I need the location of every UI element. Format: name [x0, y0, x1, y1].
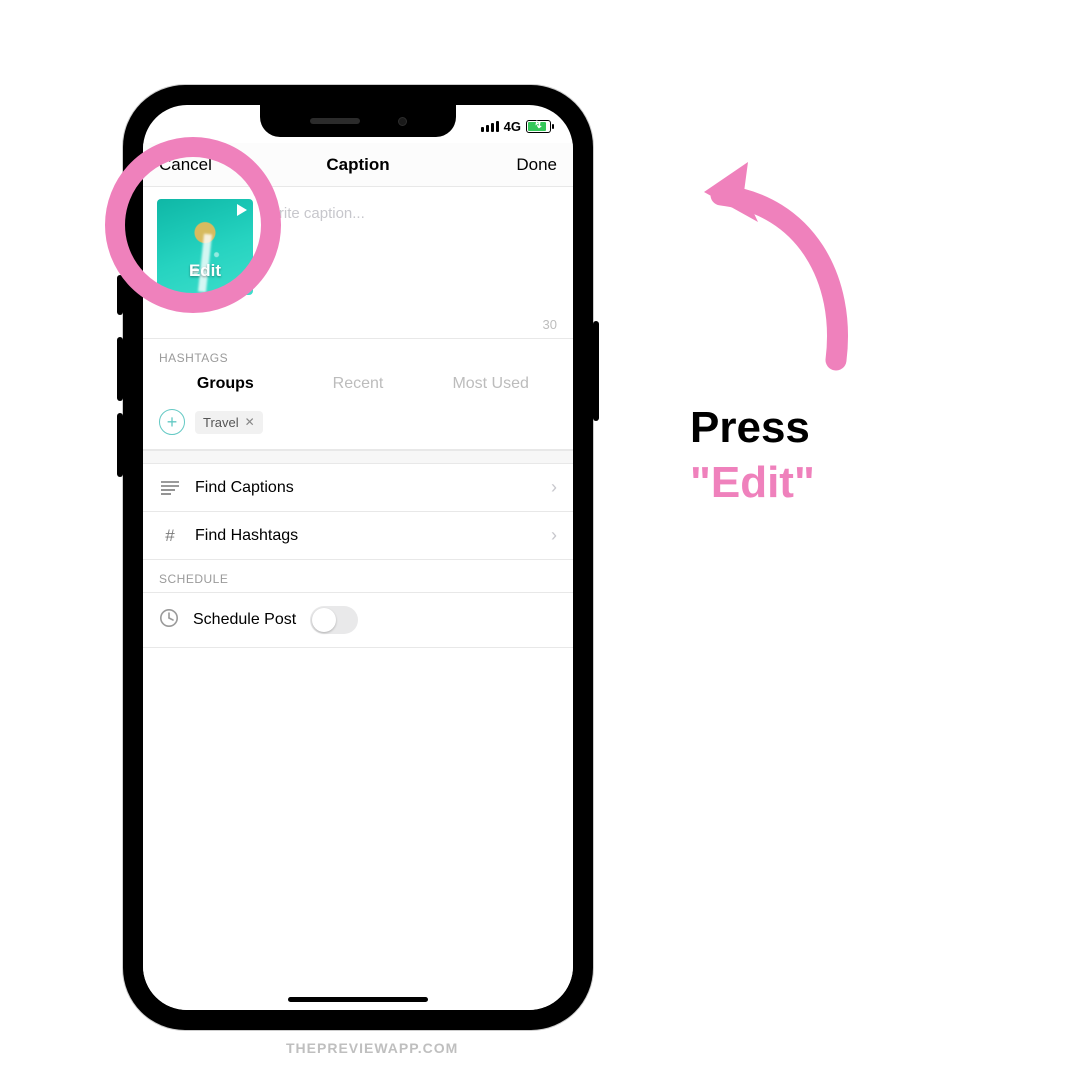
network-label: 4G: [504, 119, 521, 134]
callout-line1: Press: [690, 400, 815, 455]
hashtag-counter: 30: [143, 317, 573, 338]
remove-chip-icon[interactable]: ✕: [245, 415, 255, 429]
chip-label: Travel: [203, 415, 239, 430]
find-hashtags-row[interactable]: # Find Hashtags ›: [143, 512, 573, 560]
hashtag-group-row: + Travel ✕: [143, 403, 573, 450]
chevron-right-icon: ›: [551, 525, 557, 546]
hashtags-header: HASHTAGS: [143, 338, 573, 371]
phone-screen: 4G ↯ Cancel Caption Done Edit Write capt…: [143, 105, 573, 1010]
mute-switch: [117, 275, 123, 315]
battery-icon: ↯: [526, 120, 551, 133]
media-thumbnail[interactable]: Edit: [157, 199, 253, 295]
nav-title: Caption: [326, 155, 389, 175]
schedule-toggle[interactable]: [310, 606, 358, 634]
volume-down-button: [117, 413, 123, 477]
schedule-post-label: Schedule Post: [193, 611, 296, 629]
find-captions-row[interactable]: Find Captions ›: [143, 464, 573, 512]
hashtag-tabs: Groups Recent Most Used: [143, 371, 573, 403]
speaker-grille: [310, 118, 360, 124]
find-hashtags-label: Find Hashtags: [195, 527, 537, 545]
tab-most-used[interactable]: Most Used: [424, 375, 557, 393]
add-group-button[interactable]: +: [159, 409, 185, 435]
hashtag-chip-travel[interactable]: Travel ✕: [195, 411, 263, 434]
clock-icon: [159, 608, 179, 633]
callout-arrow: [686, 150, 876, 380]
schedule-section: SCHEDULE Schedule Post: [143, 560, 573, 648]
hash-icon: #: [159, 526, 181, 546]
schedule-post-row: Schedule Post: [143, 592, 573, 648]
tab-groups[interactable]: Groups: [159, 375, 292, 393]
done-button[interactable]: Done: [497, 155, 557, 175]
signal-icon: [481, 121, 499, 132]
caption-input[interactable]: Write caption...: [265, 199, 559, 313]
chevron-right-icon: ›: [551, 477, 557, 498]
instruction-callout: Press "Edit": [690, 400, 815, 510]
phone-frame: 4G ↯ Cancel Caption Done Edit Write capt…: [123, 85, 593, 1030]
schedule-header: SCHEDULE: [143, 560, 573, 592]
section-gap: [143, 450, 573, 464]
front-camera: [398, 117, 407, 126]
volume-up-button: [117, 337, 123, 401]
edit-overlay-label: Edit: [157, 261, 253, 281]
nav-bar: Cancel Caption Done: [143, 143, 573, 187]
cancel-button[interactable]: Cancel: [159, 155, 219, 175]
find-captions-label: Find Captions: [195, 479, 537, 497]
power-button: [593, 321, 599, 421]
notch: [260, 105, 456, 137]
list-icon: [159, 481, 181, 495]
tutorial-slide: 4G ↯ Cancel Caption Done Edit Write capt…: [0, 0, 1080, 1080]
play-icon: [237, 204, 247, 216]
tab-recent[interactable]: Recent: [292, 375, 425, 393]
home-indicator[interactable]: [288, 997, 428, 1002]
callout-line2: "Edit": [690, 455, 815, 510]
caption-editor-row: Edit Write caption...: [143, 187, 573, 317]
content-area: Edit Write caption... 30 HASHTAGS Groups…: [143, 187, 573, 1010]
watermark: THEPREVIEWAPP.COM: [286, 1040, 458, 1056]
